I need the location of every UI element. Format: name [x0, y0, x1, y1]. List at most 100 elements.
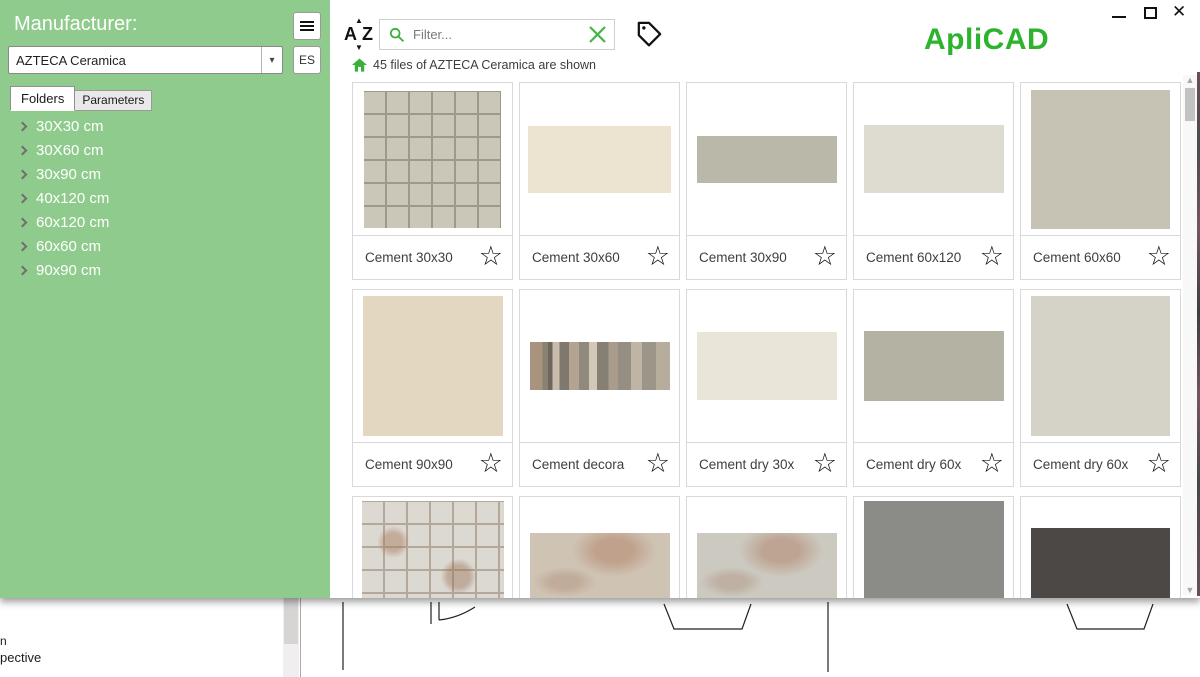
- tab-folders[interactable]: Folders: [10, 86, 75, 111]
- folder-item-40x120[interactable]: 40x120 cm: [0, 186, 330, 210]
- scroll-down-icon[interactable]: ▼: [1183, 585, 1197, 595]
- tile-image: [697, 332, 837, 400]
- favorite-star-icon[interactable]: ☆: [813, 450, 837, 477]
- manufacturer-combobox[interactable]: AZTECA Ceramica ▾: [8, 46, 283, 74]
- tab-parameters[interactable]: Parameters: [74, 90, 152, 111]
- favorite-star-icon[interactable]: ☆: [646, 243, 670, 270]
- tile-label-bar: Cement 30x30 ☆: [353, 235, 512, 279]
- tile-card[interactable]: Cement decora ☆: [519, 289, 680, 487]
- tile-name: Cement 60x120: [866, 250, 980, 265]
- tag-button[interactable]: [633, 17, 665, 49]
- favorite-star-icon[interactable]: ☆: [479, 243, 503, 270]
- tile-image-area: [520, 497, 679, 598]
- tile-card[interactable]: Cement 30x90 ☆: [686, 82, 847, 280]
- tile-image-area: [687, 83, 846, 235]
- tile-card[interactable]: Cement dry 60x ☆: [1020, 289, 1181, 487]
- tile-label-bar: Cement 90x90 ☆: [353, 442, 512, 486]
- cad-drawing: [0, 598, 1200, 677]
- tile-image: [697, 136, 837, 183]
- favorite-star-icon[interactable]: ☆: [980, 243, 1004, 270]
- favorite-star-icon[interactable]: ☆: [646, 450, 670, 477]
- background-scrollbar[interactable]: [283, 598, 299, 677]
- folder-label: 90x90 cm: [36, 262, 101, 279]
- tile-image-area: [1021, 497, 1180, 598]
- background-scrollbar-thumb[interactable]: [284, 598, 298, 644]
- tile-card[interactable]: [686, 496, 847, 598]
- folder-item-30x30[interactable]: 30X30 cm: [0, 114, 330, 138]
- tile-card[interactable]: Cement 60x120 ☆: [853, 82, 1014, 280]
- sort-button[interactable]: AZ ▲ ▼: [342, 19, 376, 51]
- viewport-label-fragment: pective: [0, 650, 41, 665]
- folder-label: 30X60 cm: [36, 142, 104, 159]
- tile-grid: Cement 30x30 ☆ Cement 30x60 ☆ Cement 30x…: [352, 82, 1181, 598]
- favorite-star-icon[interactable]: ☆: [1147, 243, 1171, 270]
- home-icon: [352, 58, 367, 72]
- tile-image-area: [854, 290, 1013, 442]
- tile-card[interactable]: Cement 60x60 ☆: [1020, 82, 1181, 280]
- tile-image: [362, 501, 504, 598]
- tile-image-area: [1021, 290, 1180, 442]
- minimize-button[interactable]: [1112, 16, 1126, 18]
- folder-item-60x60[interactable]: 60x60 cm: [0, 234, 330, 258]
- menu-button[interactable]: [293, 12, 321, 40]
- library-main-area: AZ ▲ ▼ Ap: [330, 0, 1200, 598]
- sort-up-icon: ▲: [355, 16, 363, 25]
- tile-image: [697, 533, 837, 598]
- vertical-scrollbar[interactable]: ▲ ▼: [1183, 75, 1197, 595]
- folder-item-30x90[interactable]: 30x90 cm: [0, 162, 330, 186]
- favorite-star-icon[interactable]: ☆: [1147, 450, 1171, 477]
- scrollbar-thumb[interactable]: [1185, 88, 1195, 121]
- language-button[interactable]: ES: [293, 46, 321, 74]
- tile-label-bar: Cement decora ☆: [520, 442, 679, 486]
- tile-image-area: [520, 290, 679, 442]
- chevron-right-icon: [18, 145, 28, 155]
- tile-label-bar: Cement 60x60 ☆: [1021, 235, 1180, 279]
- favorite-star-icon[interactable]: ☆: [980, 450, 1004, 477]
- folder-label: 40x120 cm: [36, 190, 109, 207]
- tile-image: [528, 126, 671, 193]
- tile-card[interactable]: Cement 30x60 ☆: [519, 82, 680, 280]
- maximize-button[interactable]: [1144, 7, 1157, 19]
- folder-item-60x120[interactable]: 60x120 cm: [0, 210, 330, 234]
- tag-icon: [636, 20, 663, 47]
- chevron-right-icon: [18, 217, 28, 227]
- close-button[interactable]: ✕: [1172, 1, 1186, 23]
- tile-name: Cement 30x90: [699, 250, 813, 265]
- tile-card[interactable]: [352, 496, 513, 598]
- tile-image: [864, 501, 1004, 598]
- combobox-dropdown-button[interactable]: ▾: [261, 47, 282, 73]
- folder-label: 30x90 cm: [36, 166, 101, 183]
- tile-image: [1031, 90, 1170, 229]
- tile-card[interactable]: Cement 90x90 ☆: [352, 289, 513, 487]
- status-bar: 45 files of AZTECA Ceramica are shown: [352, 58, 596, 72]
- tile-label-bar: Cement 30x90 ☆: [687, 235, 846, 279]
- viewport-label-fragment: n: [0, 634, 7, 648]
- tile-image-area: [1021, 83, 1180, 235]
- manufacturer-sidebar: Manufacturer: AZTECA Ceramica ▾ ES Folde…: [0, 0, 330, 598]
- chevron-down-icon: ▾: [269, 55, 274, 66]
- tile-card[interactable]: [519, 496, 680, 598]
- tile-image-area: [854, 83, 1013, 235]
- status-text: 45 files of AZTECA Ceramica are shown: [373, 58, 596, 72]
- sort-down-icon: ▼: [355, 43, 363, 52]
- filter-input[interactable]: [405, 27, 580, 42]
- folder-item-30x60[interactable]: 30X60 cm: [0, 138, 330, 162]
- background-app-area: n pective: [0, 598, 1200, 677]
- tile-card[interactable]: Cement 30x30 ☆: [352, 82, 513, 280]
- scroll-up-icon[interactable]: ▲: [1183, 75, 1197, 85]
- chevron-right-icon: [18, 193, 28, 203]
- tile-label-bar: Cement dry 60x ☆: [854, 442, 1013, 486]
- tile-card[interactable]: [853, 496, 1014, 598]
- clear-filter-button[interactable]: [580, 24, 614, 45]
- chevron-right-icon: [18, 241, 28, 251]
- tile-label-bar: Cement dry 30x ☆: [687, 442, 846, 486]
- favorite-star-icon[interactable]: ☆: [479, 450, 503, 477]
- tile-card[interactable]: Cement dry 60x ☆: [853, 289, 1014, 487]
- tile-card[interactable]: Cement dry 30x ☆: [686, 289, 847, 487]
- folder-label: 60x60 cm: [36, 238, 101, 255]
- tile-image: [864, 125, 1004, 193]
- tile-label-bar: Cement 30x60 ☆: [520, 235, 679, 279]
- tile-card[interactable]: [1020, 496, 1181, 598]
- folder-item-90x90[interactable]: 90x90 cm: [0, 258, 330, 282]
- favorite-star-icon[interactable]: ☆: [813, 243, 837, 270]
